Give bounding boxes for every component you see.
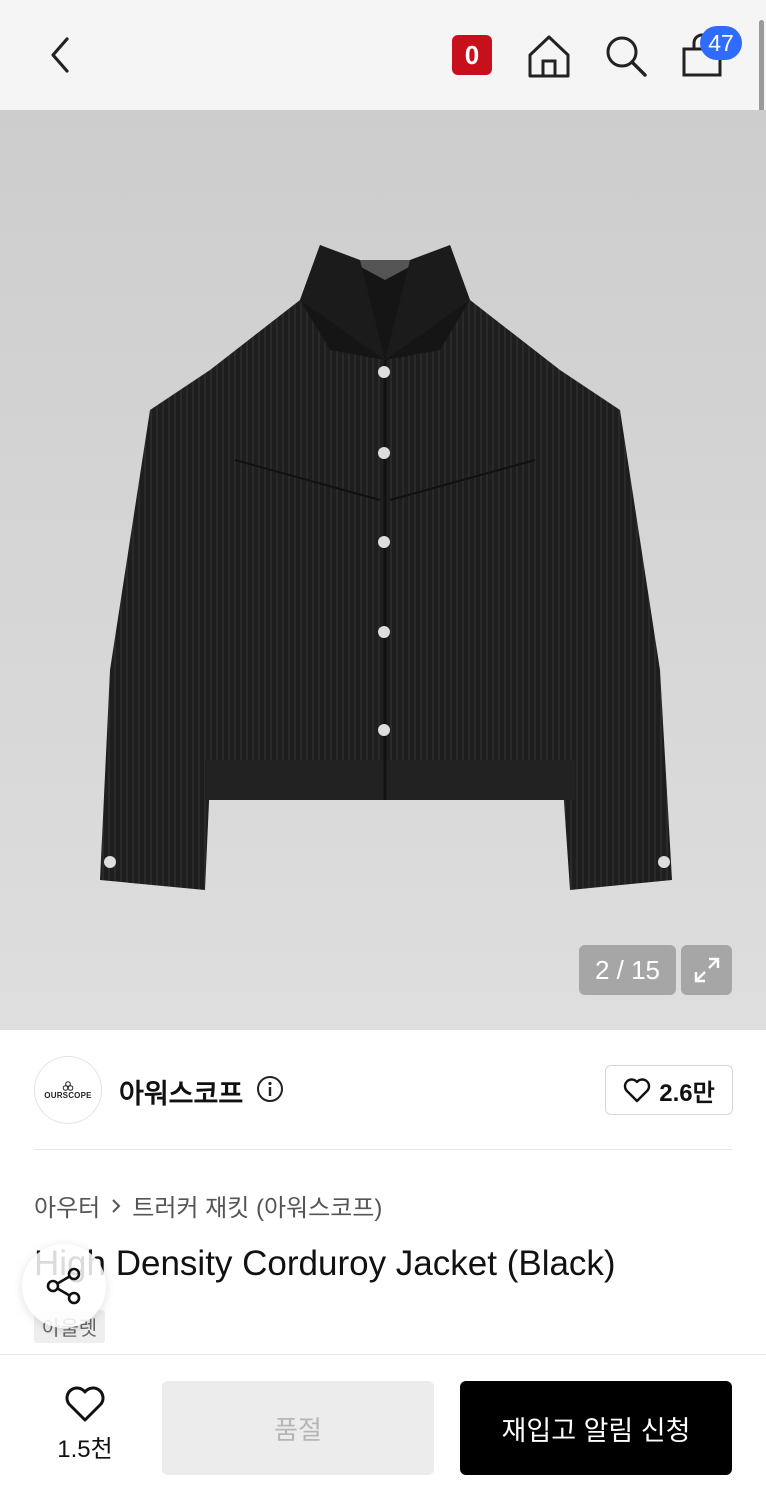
heart-icon [624, 1078, 651, 1103]
breadcrumb-category[interactable]: 아우터 [34, 1188, 100, 1223]
product-title: High Density Corduroy Jacket (Black) [34, 1244, 616, 1283]
brand-info-button[interactable] [256, 1075, 284, 1108]
top-bar [0, 0, 766, 110]
wishlist-button[interactable]: 1.5천 [40, 1385, 130, 1464]
brand-like-count: 2.6만 [659, 1079, 715, 1107]
info-icon [257, 1076, 283, 1102]
cart-count-badge: 47 [700, 26, 742, 60]
search-icon [606, 36, 647, 77]
points-badge[interactable]: 0 [452, 35, 492, 75]
breadcrumb: 아우터 트러커 재킷 (아워스코프) [34, 1188, 382, 1223]
breadcrumb-subcategory[interactable]: 트러커 재킷 (아워스코프) [132, 1188, 382, 1223]
jacket-image [100, 245, 672, 890]
brand-logo-mark-icon [62, 1080, 74, 1091]
divider [34, 1149, 732, 1150]
image-counter: 2 / 15 [579, 945, 676, 995]
brand-name[interactable]: 아워스코프 [119, 1072, 243, 1111]
restock-alert-button[interactable]: 재입고 알림 신청 [460, 1381, 732, 1475]
back-arrow-icon [51, 37, 69, 73]
soldout-button[interactable]: 품절 [162, 1381, 434, 1475]
back-button[interactable] [40, 35, 80, 75]
share-icon [46, 1267, 81, 1305]
brand-logo-text: OURSCOPE [44, 1090, 92, 1100]
home-icon [528, 35, 570, 78]
search-button[interactable] [602, 32, 650, 80]
chevron-right-icon [112, 1198, 121, 1213]
brand-logo[interactable]: OURSCOPE [34, 1056, 102, 1124]
share-button[interactable] [22, 1244, 106, 1328]
heart-icon [65, 1386, 105, 1422]
expand-icon [694, 957, 719, 983]
expand-button[interactable] [681, 945, 732, 995]
home-button[interactable] [525, 32, 573, 80]
brand-like-button[interactable]: 2.6만 [605, 1065, 733, 1115]
product-image[interactable] [0, 110, 766, 1030]
wishlist-count: 1.5천 [57, 1436, 113, 1463]
